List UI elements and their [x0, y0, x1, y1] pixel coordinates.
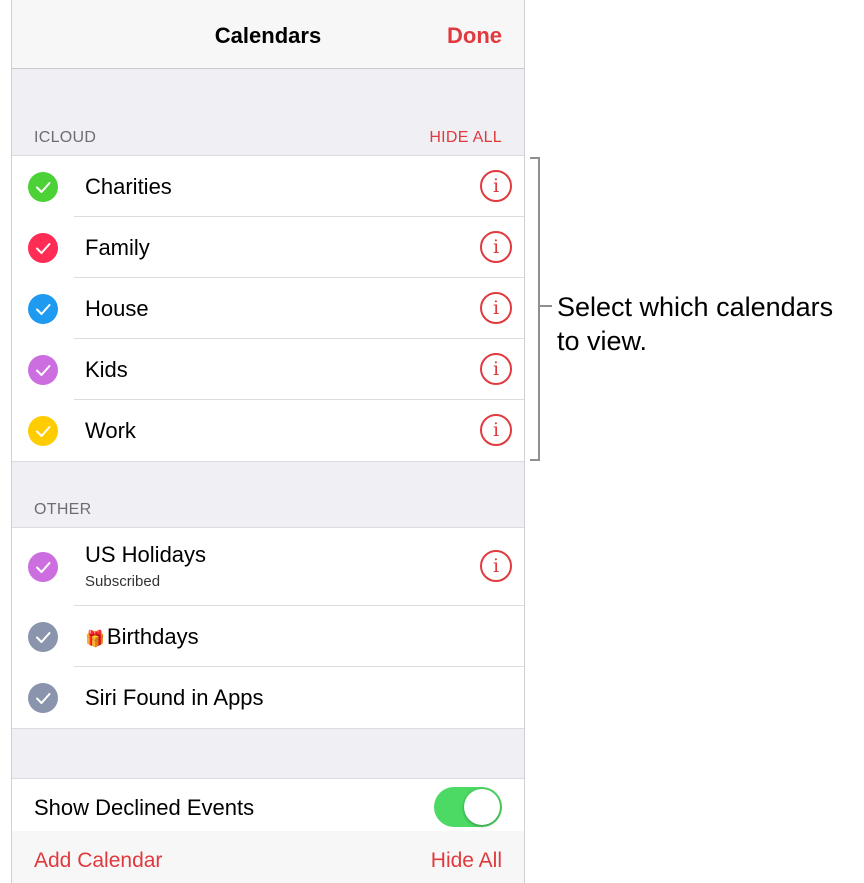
- add-calendar-button[interactable]: Add Calendar: [34, 849, 162, 873]
- checkmark-icon[interactable]: [28, 294, 58, 324]
- birthdays-label: Birthdays: [106, 624, 199, 649]
- calendar-row-house[interactable]: House i: [12, 278, 524, 339]
- icloud-section-header: ICLOUD HIDE ALL: [12, 129, 524, 153]
- checkmark-icon[interactable]: [28, 172, 58, 202]
- callout-bracket: [530, 157, 540, 461]
- callout-text: Select which calendars to view.: [557, 292, 834, 356]
- other-section-header: OTHER: [12, 501, 524, 525]
- checkmark-icon[interactable]: [28, 355, 58, 385]
- calendar-row-charities[interactable]: Charities i: [12, 156, 524, 217]
- info-icon[interactable]: i: [480, 292, 512, 324]
- calendar-sublabel: Subscribed: [85, 573, 161, 590]
- other-calendar-list: US Holidays Subscribed i 🎁Birthdays Siri…: [12, 527, 524, 729]
- gift-icon: 🎁: [85, 631, 105, 648]
- checkmark-icon[interactable]: [28, 622, 58, 652]
- calendar-row-us-holidays[interactable]: US Holidays Subscribed i: [12, 528, 524, 606]
- calendars-screen: Calendars Done ICLOUD HIDE ALL Charities…: [11, 0, 525, 883]
- callout-leader-line: [540, 305, 552, 307]
- calendar-label: US Holidays: [85, 542, 207, 567]
- icloud-hide-all-button[interactable]: HIDE ALL: [429, 129, 502, 147]
- checkmark-icon[interactable]: [28, 233, 58, 263]
- info-icon[interactable]: i: [480, 353, 512, 385]
- info-icon[interactable]: i: [480, 231, 512, 263]
- checkmark-icon[interactable]: [28, 683, 58, 713]
- info-icon[interactable]: i: [480, 170, 512, 202]
- other-section-title: OTHER: [34, 501, 92, 518]
- info-icon[interactable]: i: [480, 414, 512, 446]
- calendar-label: Family: [85, 235, 150, 260]
- calendar-row-work[interactable]: Work i: [12, 400, 524, 461]
- done-button[interactable]: Done: [447, 23, 502, 49]
- checkmark-icon[interactable]: [28, 416, 58, 446]
- calendar-label: Charities: [85, 174, 172, 199]
- hide-all-button[interactable]: Hide All: [431, 849, 502, 873]
- navigation-bar: Calendars Done: [12, 0, 524, 69]
- calendar-row-kids[interactable]: Kids i: [12, 339, 524, 400]
- calendar-row-siri-found[interactable]: Siri Found in Apps: [12, 667, 524, 728]
- calendar-label: Siri Found in Apps: [85, 685, 264, 710]
- calendar-label: Kids: [85, 357, 128, 382]
- icloud-calendar-list: Charities i Family i House i Kids i Work…: [12, 155, 524, 462]
- show-declined-events-toggle[interactable]: [434, 787, 502, 827]
- checkmark-icon[interactable]: [28, 552, 58, 582]
- show-declined-events-label: Show Declined Events: [34, 795, 255, 820]
- calendar-label: House: [85, 296, 149, 321]
- calendar-row-birthdays[interactable]: 🎁Birthdays: [12, 606, 524, 667]
- calendar-row-family[interactable]: Family i: [12, 217, 524, 278]
- toggle-knob: [464, 789, 500, 825]
- calendar-label: 🎁Birthdays: [85, 624, 199, 650]
- info-icon[interactable]: i: [480, 550, 512, 582]
- show-declined-events-row: Show Declined Events: [12, 778, 524, 832]
- calendar-label: Work: [85, 418, 136, 443]
- bottom-toolbar: Add Calendar Hide All: [12, 831, 524, 883]
- icloud-section-title: ICLOUD: [34, 129, 97, 146]
